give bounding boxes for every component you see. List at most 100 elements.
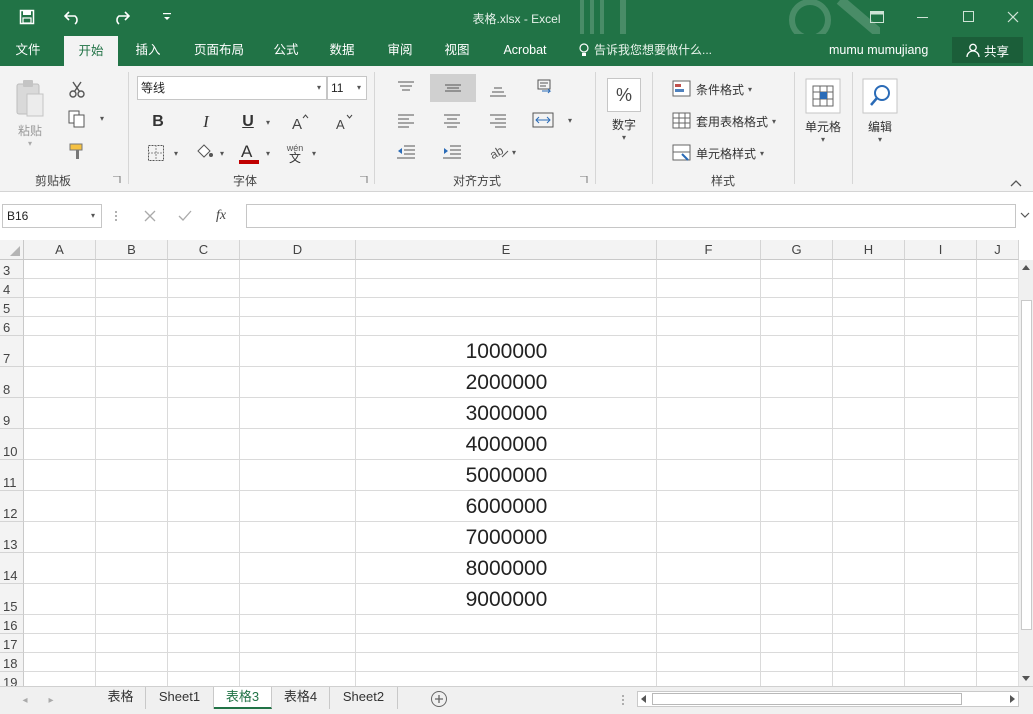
phonetic-icon[interactable]: wén 文	[282, 140, 308, 166]
increase-indent-icon[interactable]	[440, 140, 464, 164]
insert-function-button[interactable]: fx	[216, 204, 226, 228]
bold-button[interactable]: B	[146, 110, 170, 134]
row-header[interactable]: 16	[0, 615, 24, 634]
row-header[interactable]: 5	[0, 298, 24, 317]
column-header[interactable]: A	[24, 240, 96, 260]
scroll-down-icon[interactable]	[1022, 674, 1030, 682]
text-orientation-dropdown-icon[interactable]: ▾	[508, 144, 520, 160]
cancel-icon[interactable]	[144, 204, 156, 228]
row-header[interactable]: 11	[0, 460, 24, 491]
cells-button[interactable]: 单元格 ▾	[802, 78, 844, 144]
row-header[interactable]: 8	[0, 367, 24, 398]
tab-acrobat[interactable]: Acrobat	[496, 34, 554, 66]
row-header[interactable]: 13	[0, 522, 24, 553]
align-middle-icon[interactable]	[430, 74, 476, 102]
minimize-icon[interactable]	[900, 0, 946, 34]
row-header[interactable]: 4	[0, 279, 24, 298]
row-header[interactable]: 12	[0, 491, 24, 522]
cut-icon[interactable]	[66, 78, 88, 100]
column-header[interactable]: F	[657, 240, 761, 260]
horizontal-scroll-thumb[interactable]	[652, 693, 962, 705]
font-name-box[interactable]: 等线 ▾	[137, 76, 327, 100]
row-header[interactable]: 6	[0, 317, 24, 336]
font-size-dropdown-icon[interactable]: ▾	[352, 77, 366, 99]
horizontal-scrollbar[interactable]	[637, 691, 1019, 707]
phonetic-dropdown-icon[interactable]: ▾	[308, 145, 320, 161]
enter-icon[interactable]	[178, 204, 192, 228]
column-header[interactable]: D	[240, 240, 356, 260]
decrease-indent-icon[interactable]	[394, 140, 418, 164]
row-header[interactable]: 3	[0, 260, 24, 279]
add-sheet-icon[interactable]	[430, 690, 448, 708]
align-center-icon[interactable]	[440, 108, 464, 132]
close-icon[interactable]	[990, 0, 1033, 34]
row-header[interactable]: 15	[0, 584, 24, 615]
font-name-dropdown-icon[interactable]: ▾	[312, 77, 326, 99]
row-header[interactable]: 10	[0, 429, 24, 460]
alignment-launcher-icon[interactable]	[580, 176, 588, 184]
increase-font-icon[interactable]: A	[288, 110, 312, 134]
font-color-icon[interactable]: A	[236, 140, 262, 166]
borders-dropdown-icon[interactable]: ▾	[170, 145, 182, 161]
merge-dropdown-icon[interactable]: ▾	[564, 112, 576, 128]
font-launcher-icon[interactable]	[360, 176, 368, 184]
font-size-box[interactable]: 11 ▾	[327, 76, 367, 100]
sheet-tab[interactable]: Sheet2	[330, 687, 398, 709]
copy-icon[interactable]	[64, 108, 90, 130]
cell-E7[interactable]: 1000000	[356, 340, 657, 367]
underline-dropdown-icon[interactable]: ▾	[262, 114, 274, 130]
align-right-icon[interactable]	[486, 108, 510, 132]
formula-input[interactable]	[246, 204, 1016, 228]
cell-E9[interactable]: 3000000	[356, 402, 657, 429]
cell-E8[interactable]: 2000000	[356, 371, 657, 398]
cell-E11[interactable]: 5000000	[356, 464, 657, 491]
column-header[interactable]: B	[96, 240, 168, 260]
worksheet-grid[interactable]: A B C D E F G H I J 3 4 5 6 7 8 9 10 11 12 13 14 15 16 17 18 19 100…	[0, 240, 1033, 686]
fill-color-dropdown-icon[interactable]: ▾	[216, 145, 228, 161]
scroll-up-icon[interactable]	[1022, 264, 1030, 272]
column-header[interactable]: H	[833, 240, 905, 260]
tell-me-box[interactable]: 告诉我您想要做什么...	[578, 34, 712, 66]
merge-center-icon[interactable]	[530, 108, 556, 132]
column-header[interactable]: E	[356, 240, 657, 260]
borders-icon[interactable]	[144, 142, 168, 164]
column-header[interactable]: G	[761, 240, 833, 260]
cell-E10[interactable]: 4000000	[356, 433, 657, 460]
paste-button[interactable]: 粘贴 ▾	[10, 78, 50, 148]
name-box-dropdown-icon[interactable]: ▾	[87, 205, 99, 227]
row-header[interactable]: 14	[0, 553, 24, 584]
column-header[interactable]: C	[168, 240, 240, 260]
format-painter-icon[interactable]	[66, 140, 88, 162]
tab-page-layout[interactable]: 页面布局	[186, 34, 252, 66]
tab-data[interactable]: 数据	[322, 34, 362, 66]
number-format-button[interactable]: % 数字 ▾	[604, 78, 644, 142]
clipboard-launcher-icon[interactable]	[113, 176, 121, 184]
ribbon-display-icon[interactable]	[854, 0, 900, 34]
scroll-right-icon[interactable]	[1008, 695, 1016, 703]
cell-E13[interactable]: 7000000	[356, 526, 657, 553]
sheet-tab[interactable]: 表格3	[214, 687, 272, 709]
expand-formula-icon[interactable]	[1020, 212, 1030, 220]
tab-file[interactable]: 文件	[8, 34, 48, 66]
scroll-sheets-left-icon[interactable]: ◂	[18, 693, 32, 707]
format-as-table-button[interactable]: 套用表格格式 ▾	[672, 110, 776, 132]
user-name[interactable]: mumu mumujiang	[829, 34, 928, 66]
sheet-tab[interactable]: Sheet1	[146, 687, 214, 709]
decrease-font-icon[interactable]: A	[332, 110, 356, 134]
align-left-icon[interactable]	[394, 108, 418, 132]
font-color-dropdown-icon[interactable]: ▾	[262, 145, 274, 161]
cell-E15[interactable]: 9000000	[356, 588, 657, 615]
row-header[interactable]: 19	[0, 672, 24, 686]
row-header[interactable]: 7	[0, 336, 24, 367]
tab-split-dots-icon[interactable]	[621, 694, 625, 706]
tab-insert[interactable]: 插入	[128, 34, 168, 66]
tab-home[interactable]: 开始	[64, 36, 118, 66]
editing-button[interactable]: 编辑 ▾	[860, 78, 900, 144]
collapse-ribbon-icon[interactable]	[1010, 178, 1022, 188]
tab-review[interactable]: 审阅	[380, 34, 420, 66]
row-header[interactable]: 18	[0, 653, 24, 672]
scroll-sheets-right-icon[interactable]: ▸	[44, 693, 58, 707]
copy-dropdown-icon[interactable]: ▾	[96, 110, 108, 126]
sheet-tab[interactable]: 表格	[96, 687, 146, 709]
name-box[interactable]: B16 ▾	[2, 204, 102, 228]
